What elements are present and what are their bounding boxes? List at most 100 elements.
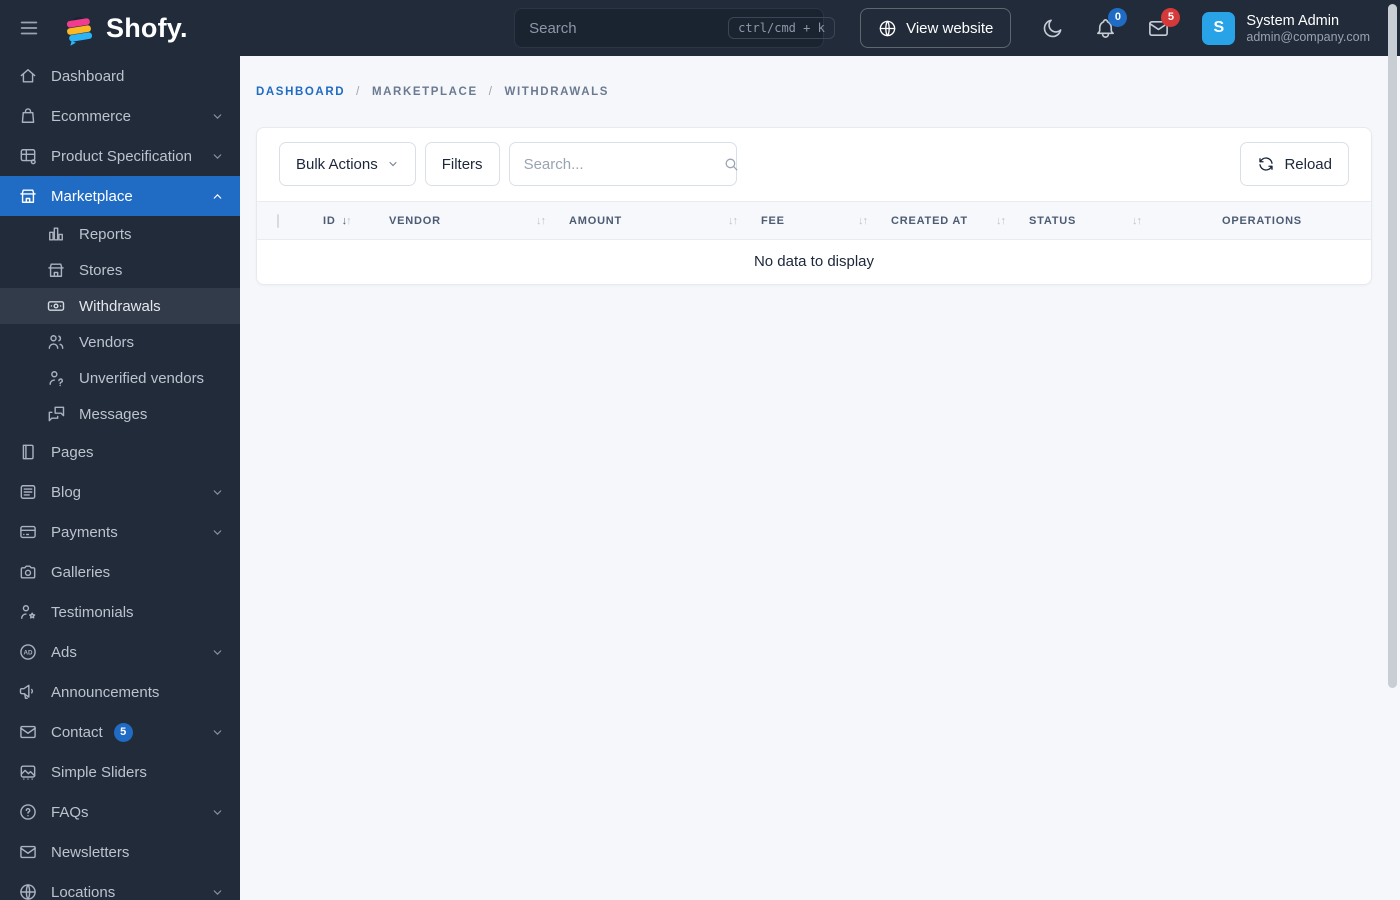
sort-asc-icon: ↑ (540, 214, 546, 227)
sidebar-item-marketplace[interactable]: Marketplace (0, 176, 240, 216)
messages-button[interactable]: 5 (1147, 7, 1181, 40)
bulk-actions-button[interactable]: Bulk Actions (279, 142, 416, 186)
withdrawals-table: ID ↓↑ VENDOR ↓↑ AMOUNT ↓↑ FEE ↓↑ CREATED… (257, 201, 1371, 284)
banknote-icon (46, 296, 66, 316)
chevron-down-icon (211, 150, 224, 163)
page-scrollbar[interactable] (1388, 4, 1397, 688)
chevron-up-icon (211, 190, 224, 203)
sidebar-item-vendors[interactable]: Vendors (0, 324, 240, 360)
user-email: admin@company.com (1246, 29, 1370, 44)
global-search-input[interactable] (529, 19, 729, 37)
search-icon (723, 156, 740, 173)
home-icon (18, 66, 38, 86)
sidebar-item-faqs[interactable]: FAQs (0, 792, 240, 832)
sidebar-item-withdrawals[interactable]: Withdrawals (0, 288, 240, 324)
chevron-down-icon (211, 486, 224, 499)
reload-button[interactable]: Reload (1240, 142, 1349, 186)
bar-chart-icon (46, 224, 66, 244)
store-icon (46, 260, 66, 280)
column-header-operations: OPERATIONS (1153, 201, 1371, 240)
storefront-icon (18, 186, 38, 206)
sidebar-item-ads[interactable]: AD Ads (0, 632, 240, 672)
empty-state-message: No data to display (257, 239, 1371, 284)
table-toolbar: Bulk Actions Filters Reload (257, 128, 1371, 201)
sort-asc-icon: ↑ (862, 214, 868, 227)
sidebar-item-reports[interactable]: Reports (0, 216, 240, 252)
sidebar-item-dashboard[interactable]: Dashboard (0, 56, 240, 96)
shofy-logo-icon (62, 10, 98, 46)
menu-toggle-icon[interactable] (18, 17, 40, 39)
column-header-status[interactable]: STATUS ↓↑ (1029, 214, 1142, 227)
sidebar: Dashboard Ecommerce Product Specificatio… (0, 56, 240, 900)
sidebar-item-unverified-vendors[interactable]: Unverified vendors (0, 360, 240, 396)
sidebar-item-pages[interactable]: Pages (0, 432, 240, 472)
column-header-vendor[interactable]: VENDOR ↓↑ (389, 214, 546, 227)
sidebar-item-payments[interactable]: Payments (0, 512, 240, 552)
spec-table-icon (18, 146, 38, 166)
sidebar-item-galleries[interactable]: Galleries (0, 552, 240, 592)
breadcrumb-withdrawals: WITHDRAWALS (504, 86, 609, 98)
column-header-fee[interactable]: FEE ↓↑ (761, 214, 868, 227)
chevron-down-icon (211, 886, 224, 899)
sidebar-item-blog[interactable]: Blog (0, 472, 240, 512)
image-icon (18, 762, 38, 782)
sidebar-item-product-specification[interactable]: Product Specification (0, 136, 240, 176)
user-star-icon (18, 602, 38, 622)
chevron-down-icon (211, 526, 224, 539)
chevron-down-icon (211, 806, 224, 819)
notifications-button[interactable]: 0 (1094, 7, 1128, 40)
main-content: DASHBOARD / MARKETPLACE / WITHDRAWALS Bu… (240, 56, 1388, 900)
topbar: Shofy. ctrl/cmd + k View website 0 5 S S… (0, 0, 1400, 56)
dark-mode-toggle[interactable] (1041, 17, 1064, 40)
chat-bubbles-icon (46, 404, 66, 424)
column-header-id[interactable]: ID ↓↑ (323, 215, 365, 227)
sidebar-item-messages[interactable]: Messages (0, 396, 240, 432)
users-icon (46, 332, 66, 352)
sort-asc-icon: ↑ (1136, 214, 1142, 227)
sort-asc-icon: ↑ (1000, 214, 1006, 227)
message-count-badge: 5 (1161, 7, 1181, 27)
sidebar-item-newsletters[interactable]: Newsletters (0, 832, 240, 872)
global-search[interactable]: ctrl/cmd + k (514, 8, 835, 48)
brand-logo[interactable]: Shofy. (62, 10, 188, 46)
table-search[interactable] (508, 142, 740, 186)
column-header-amount[interactable]: AMOUNT ↓↑ (569, 214, 738, 227)
view-website-button[interactable]: View website (860, 8, 1012, 48)
column-header-created-at[interactable]: CREATED AT ↓↑ (891, 214, 1006, 227)
user-name: System Admin (1246, 12, 1340, 29)
filters-button[interactable]: Filters (424, 142, 500, 186)
sidebar-item-contact[interactable]: Contact 5 (0, 712, 240, 752)
chevron-down-icon (387, 158, 399, 170)
contact-count-badge: 5 (113, 722, 133, 742)
breadcrumb-dashboard[interactable]: DASHBOARD (256, 86, 345, 98)
brand-name: Shofy. (106, 12, 188, 43)
sort-asc-icon: ↑ (346, 214, 351, 227)
camera-icon (18, 562, 38, 582)
shopping-bag-icon (18, 106, 38, 126)
sidebar-item-ecommerce[interactable]: Ecommerce (0, 96, 240, 136)
help-circle-icon (18, 802, 38, 822)
sidebar-item-stores[interactable]: Stores (0, 252, 240, 288)
user-question-icon (46, 368, 66, 388)
globe-icon (18, 882, 38, 900)
table-header-row: ID ↓↑ VENDOR ↓↑ AMOUNT ↓↑ FEE ↓↑ CREATED… (257, 201, 1371, 240)
megaphone-icon (18, 682, 38, 702)
credit-card-icon (18, 522, 38, 542)
notification-count-badge: 0 (1108, 7, 1128, 27)
sidebar-item-locations[interactable]: Locations (0, 872, 240, 900)
chevron-down-icon (211, 726, 224, 739)
sidebar-item-testimonials[interactable]: Testimonials (0, 592, 240, 632)
withdrawals-table-card: Bulk Actions Filters Reload (256, 127, 1372, 285)
mail-icon (18, 722, 38, 742)
select-all-checkbox[interactable] (277, 213, 279, 228)
sort-asc-icon: ↑ (732, 214, 738, 227)
sidebar-item-simple-sliders[interactable]: Simple Sliders (0, 752, 240, 792)
svg-text:AD: AD (23, 649, 33, 656)
table-search-input[interactable] (523, 155, 723, 173)
user-menu[interactable]: S System Admin admin@company.com (1202, 11, 1370, 45)
breadcrumb-separator: / (356, 86, 361, 98)
sidebar-item-announcements[interactable]: Announcements (0, 672, 240, 712)
chevron-down-icon (211, 110, 224, 123)
refresh-icon (1257, 155, 1275, 173)
article-icon (18, 482, 38, 502)
